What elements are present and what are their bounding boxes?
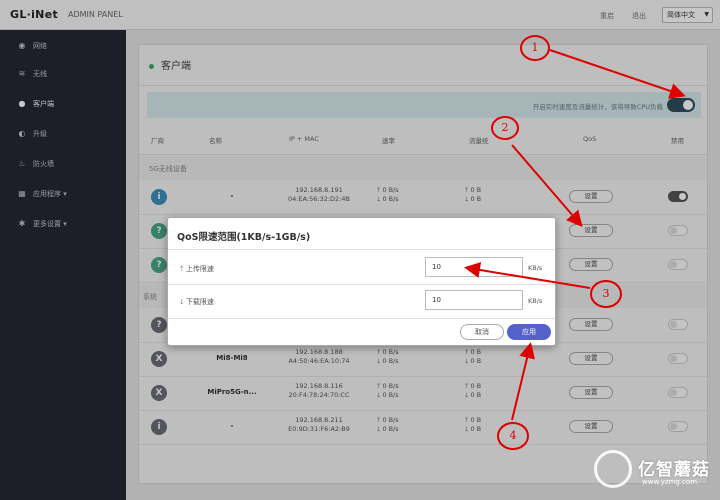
annotation-arrow-3 <box>464 262 591 289</box>
annotation-number-2: 2 <box>501 121 509 134</box>
annotation-number-1: 1 <box>531 41 539 54</box>
annotation-arrow-1 <box>549 49 686 99</box>
watermark-brand: 亿智蘑菇 <box>638 460 710 480</box>
watermark-logo-icon <box>594 450 632 488</box>
annotation-overlay <box>464 35 686 450</box>
watermark-url: www.yzmg.com <box>642 478 698 486</box>
annotation-arrow-4 <box>511 342 535 421</box>
annotation-arrow-2 <box>511 144 583 228</box>
annotation-number-3: 3 <box>602 287 610 300</box>
annotation-number-4: 4 <box>509 429 517 442</box>
